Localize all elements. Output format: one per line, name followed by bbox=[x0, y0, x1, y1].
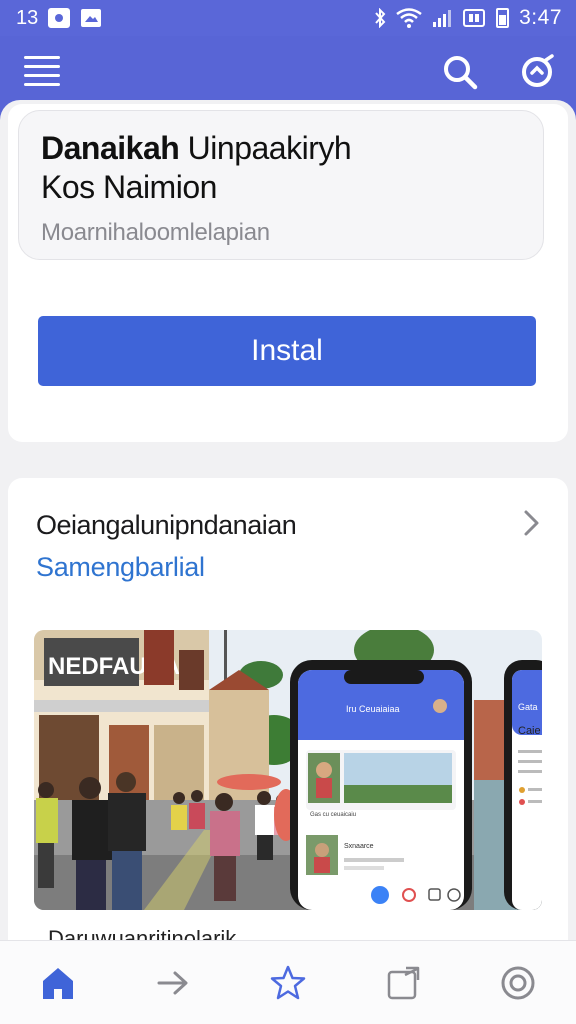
install-button[interactable]: Instal bbox=[38, 316, 536, 386]
app-subtitle: Kos Naimion bbox=[41, 169, 217, 205]
app-title: Danaikah Uinpaakiryh bbox=[41, 129, 521, 167]
notification-icon bbox=[48, 8, 71, 28]
home-icon bbox=[42, 967, 73, 999]
menu-line bbox=[24, 56, 60, 59]
battery-icon bbox=[496, 8, 510, 28]
status-left: 13 bbox=[16, 7, 102, 30]
image-notification-icon bbox=[81, 9, 102, 27]
signal-icon bbox=[433, 10, 452, 27]
screenshot-illustration: NEDFAUSA Iru Ceuaiaiaa Gas cu ceuaicaiu … bbox=[34, 630, 542, 910]
phone-mockup-2: Gata Caie bbox=[504, 660, 542, 910]
bluetooth-icon bbox=[375, 8, 386, 28]
wifi-icon bbox=[396, 8, 422, 28]
forward-icon bbox=[157, 971, 188, 994]
nav-home[interactable] bbox=[30, 955, 86, 1011]
phone-header-text: Iru Ceuaiaiaa bbox=[346, 704, 400, 714]
status-time: 3:47 bbox=[519, 6, 562, 29]
section-link[interactable]: Samengbarlial bbox=[36, 552, 205, 583]
section-title: Oeiangalunipndanaian bbox=[36, 510, 297, 540]
phone-mockup: Iru Ceuaiaiaa Gas cu ceuaicaiu Sxnaarce bbox=[290, 660, 472, 910]
app-developer: Moarnihaloomlelapian bbox=[41, 219, 270, 246]
menu-line bbox=[24, 83, 60, 86]
app-details: Danaikah Uinpaakiryh Kos Naimion Moarnih… bbox=[18, 110, 544, 260]
scan-icon[interactable] bbox=[518, 52, 558, 92]
notification-count: 13 bbox=[16, 6, 39, 29]
phone2-title: Gata bbox=[518, 702, 538, 712]
app-title-rest: Uinpaakiryh bbox=[179, 130, 352, 166]
section-card: Oeiangalunipndanaian Samengbarlial NEDFA… bbox=[8, 478, 568, 948]
vibrate-icon bbox=[463, 9, 486, 27]
nav-notes[interactable] bbox=[375, 955, 431, 1011]
phone2-label: Caie bbox=[518, 725, 541, 737]
chevron-right-icon[interactable] bbox=[520, 508, 544, 538]
nav-target[interactable] bbox=[490, 955, 546, 1011]
menu-icon[interactable] bbox=[24, 56, 60, 88]
app-title-bold: Danaikah bbox=[41, 130, 180, 166]
menu-line bbox=[24, 74, 60, 77]
app-screenshot[interactable]: NEDFAUSA Iru Ceuaiaiaa Gas cu ceuaicaiu … bbox=[34, 630, 542, 910]
star-icon bbox=[270, 965, 306, 999]
nav-favorites[interactable] bbox=[260, 955, 316, 1011]
target-icon bbox=[501, 966, 535, 999]
status-right: 3:47 bbox=[374, 6, 562, 30]
search-icon[interactable] bbox=[440, 52, 480, 92]
phone-list-title: Gas cu ceuaicaiu bbox=[310, 812, 356, 818]
bottom-nav bbox=[0, 940, 576, 1024]
app-info-card: Danaikah Uinpaakiryh Kos Naimion Moarnih… bbox=[8, 104, 568, 442]
phone-post-text: Sxnaarce bbox=[344, 843, 374, 850]
note-icon bbox=[387, 966, 420, 999]
status-bar: 13 3:47 bbox=[0, 0, 576, 36]
menu-line bbox=[24, 65, 60, 68]
nav-forward[interactable] bbox=[145, 955, 201, 1011]
